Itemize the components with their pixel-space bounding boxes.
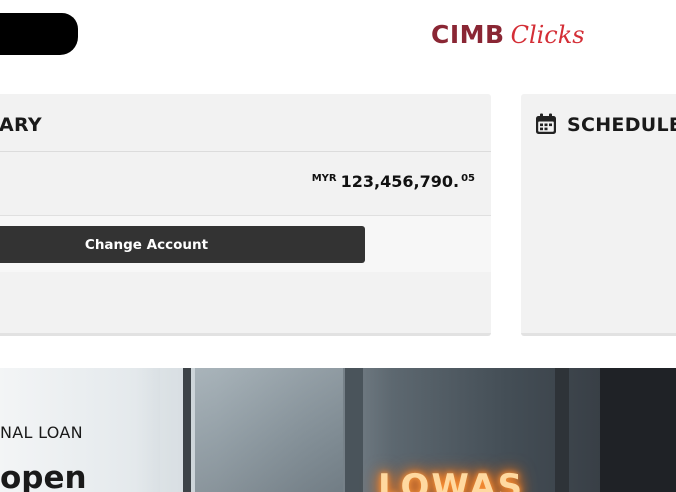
balance-cents: 05: [461, 173, 475, 184]
banner-window: [195, 368, 343, 492]
logo-product: Clicks: [510, 20, 585, 49]
banner-frame: [345, 368, 363, 492]
scheduled-card-title: SCHEDULE: [567, 114, 676, 136]
balance-currency: MYR: [311, 173, 337, 184]
banner-label: NAL LOAN: [0, 423, 83, 442]
summary-card-title: ARY: [0, 114, 42, 136]
logo-brand: CIMB: [431, 20, 505, 49]
account-balance: MYR 123,456,790. 05: [312, 172, 475, 191]
banner-shadow: [600, 368, 676, 492]
account-summary-card: ARY MYR 123,456,790. 05 Change Account: [0, 94, 491, 336]
calendar-icon: [536, 113, 556, 134]
banner-frame: [183, 368, 191, 492]
change-account-button[interactable]: Change Account: [0, 226, 365, 263]
banner-frame: [555, 368, 569, 492]
change-account-label: Change Account: [84, 237, 209, 253]
neon-sign: LOWAS: [378, 467, 525, 492]
scheduled-card: SCHEDULE: [521, 94, 676, 336]
personal-loan-banner[interactable]: LOWAS NAL LOAN open: [0, 368, 676, 492]
cimb-clicks-logo[interactable]: CIMB Clicks: [431, 20, 585, 56]
redacted-username: [0, 13, 78, 55]
account-balance-row: MYR 123,456,790. 05: [0, 152, 491, 215]
balance-amount: 123,456,790.: [340, 172, 460, 191]
summary-action-area: Change Account: [0, 216, 491, 272]
banner-headline: open: [0, 460, 87, 492]
